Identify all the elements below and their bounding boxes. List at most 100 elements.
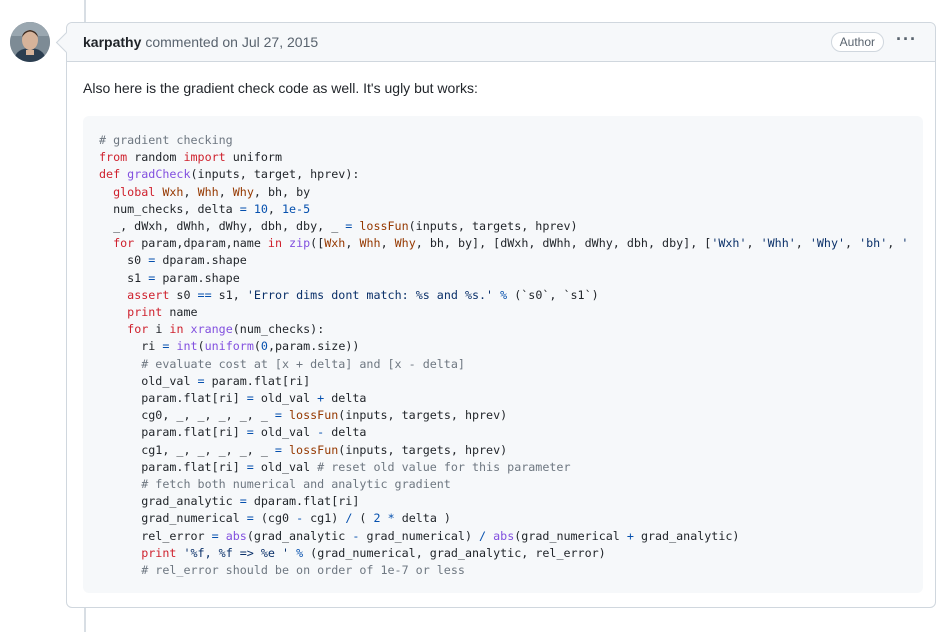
code-token: , (795, 236, 810, 251)
code-token: assert (127, 287, 170, 302)
code-token: = (211, 528, 219, 543)
code-token: grad_numerical) (359, 528, 480, 543)
code-line: ri = int(uniform(0,param.size)) (99, 338, 907, 355)
code-token: , (887, 236, 902, 251)
code-token: ,param.size)) (267, 339, 360, 354)
code-token: (grad_numerical (514, 528, 627, 543)
code-line: # fetch both numerical and analytic grad… (99, 476, 907, 493)
code-token: Why (394, 236, 416, 251)
avatar-icon (10, 22, 50, 62)
code-token: , (845, 236, 860, 251)
code-line: cg0, _, _, _, _, _ = lossFun(inputs, tar… (99, 407, 907, 424)
code-line: _, dWxh, dWhh, dWhy, dbh, dby, _ = lossF… (99, 218, 907, 235)
code-token: lossFun (289, 442, 339, 457)
code-token: = (274, 442, 282, 457)
code-token: 2 (373, 511, 381, 526)
code-line: old_val = param.flat[ri] (99, 373, 907, 390)
code-token: print (127, 305, 163, 320)
comment-box: karpathy commented on Jul 27, 2015 Autho… (66, 22, 936, 608)
code-token: , bh, by (253, 184, 311, 199)
code-token: lossFun (359, 219, 409, 234)
code-token: int (176, 339, 198, 354)
code-line: s1 = param.shape (99, 270, 907, 287)
code-token: (inputs, targets, hprev) (338, 442, 508, 457)
code-token: Wxh (162, 184, 184, 199)
code-block[interactable]: # gradient checking from random import un… (83, 116, 923, 594)
code-token: Whh (359, 236, 381, 251)
comment-header: karpathy commented on Jul 27, 2015 Autho… (67, 23, 935, 62)
user-avatar[interactable] (10, 22, 50, 62)
code-token: cg1) (303, 511, 346, 526)
code-token: = (246, 425, 254, 440)
more-options-icon[interactable]: ··· (894, 30, 919, 48)
code-token: import (183, 150, 226, 165)
code-token: abs (493, 528, 515, 543)
code-token: = (246, 391, 254, 406)
code-token: , (746, 236, 761, 251)
code-token: dparam.flat[ri] (246, 494, 360, 509)
code-token: dparam.shape (155, 253, 247, 268)
code-token: uniform (204, 339, 254, 354)
comment-text: Also here is the gradient check code as … (83, 80, 478, 96)
code-line: grad_numerical = (cg0 - cg1) / ( 2 * del… (99, 510, 907, 527)
code-token: , (183, 184, 198, 199)
code-token: ri (99, 339, 163, 354)
code-token: 'Whh' (760, 236, 796, 251)
author-link[interactable]: karpathy (83, 34, 141, 50)
code-token: = (239, 201, 247, 216)
code-token: xrange (190, 322, 233, 337)
code-token: delta (324, 425, 367, 440)
code-token: (inputs, targets, hprev) (338, 408, 508, 423)
code-token: s0 (169, 287, 198, 302)
code-token: 'by' (901, 236, 907, 250)
code-token: = (197, 373, 205, 388)
code-token: 1e-5 (281, 201, 311, 216)
code-token: s1, (211, 287, 247, 302)
code-token: 'bh' (859, 236, 888, 251)
code-token: 'Wxh' (711, 236, 747, 251)
code-line: param.flat[ri] = old_val # reset old val… (99, 459, 907, 476)
code-token: (num_checks): (232, 322, 325, 337)
code-token: from (99, 150, 128, 165)
code-token: 'Why' (809, 236, 846, 251)
code-token: == (197, 287, 212, 302)
code-token: # reset old value for this parameter (317, 459, 571, 474)
code-token: ( (352, 511, 374, 526)
code-token: (cg0 (253, 511, 297, 526)
code-token: ( (197, 339, 205, 354)
header-actions: Author ··· (830, 30, 919, 52)
code-token: param.flat[ri] (99, 425, 247, 440)
comment-timestamp[interactable]: commented on Jul 27, 2015 (145, 34, 318, 50)
code-token: grad_analytic) (633, 528, 740, 543)
code-line: assert s0 == s1, 'Error dims dont match:… (99, 287, 907, 304)
code-token: = (246, 459, 254, 474)
code-token: grad_analytic (99, 494, 240, 509)
code-token: , (380, 236, 395, 251)
code-line: rel_error = abs(grad_analytic - grad_num… (99, 528, 907, 545)
code-line: def gradCheck(inputs, target, hprev): (99, 166, 907, 183)
code-token: , (218, 184, 233, 199)
code-token: for (113, 236, 135, 251)
code-line: # rel_error should be on order of 1e-7 o… (99, 562, 907, 579)
code-token: # rel_error should be on order of 1e-7 o… (141, 563, 465, 578)
code-token: '%f, %f => %e ' (183, 545, 290, 560)
code-token: in (169, 322, 184, 337)
code-line: cg1, _, _, _, _, _ = lossFun(inputs, tar… (99, 442, 907, 459)
code-token: _, dWxh, dWhh, dWhy, dbh, dby, _ (99, 219, 346, 234)
code-token: random (127, 150, 184, 165)
code-token: gradCheck (127, 167, 191, 182)
code-token: s0 (99, 253, 149, 268)
code-token: cg0, _, _, _, _, _ (99, 408, 275, 423)
code-token: name (162, 305, 198, 320)
code-token: Whh (197, 184, 219, 199)
code-token: delta ) (394, 511, 451, 526)
code-token: old_val (253, 425, 318, 440)
